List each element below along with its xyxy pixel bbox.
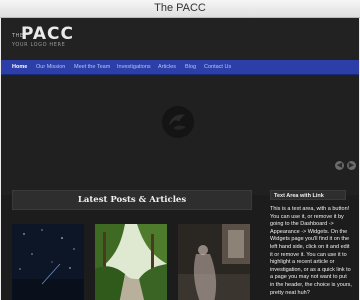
nav-item-our-mission[interactable]: Our Mission bbox=[36, 60, 65, 74]
arrow-right-icon: ▶ bbox=[348, 162, 355, 169]
night-sky-image bbox=[12, 224, 84, 300]
forest-path-image bbox=[95, 224, 167, 300]
arrow-left-icon: ◀ bbox=[336, 162, 343, 169]
website-page: THE PACC YOUR LOGO HERE Home Our Mission… bbox=[1, 18, 359, 300]
site-header: THE PACC YOUR LOGO HERE bbox=[1, 18, 359, 60]
nav-item-blog[interactable]: Blog bbox=[185, 60, 196, 74]
window-title-bar: The PACC bbox=[0, 0, 360, 18]
nav-item-home[interactable]: Home bbox=[12, 60, 27, 74]
nav-item-investigations[interactable]: Investigations bbox=[117, 60, 151, 74]
featured-slider: ◀ ▶ bbox=[1, 75, 359, 195]
nav-item-meet-the-team[interactable]: Meet the Team bbox=[74, 60, 110, 74]
slider-emblem-icon bbox=[162, 106, 194, 138]
post-thumbnail-ghostly-figure[interactable] bbox=[178, 224, 250, 300]
nav-item-contact-us[interactable]: Contact Us bbox=[204, 60, 231, 74]
latest-posts-heading: Latest Posts & Articles bbox=[12, 190, 252, 210]
slider-prev-button[interactable]: ◀ bbox=[335, 161, 344, 170]
nav-item-articles[interactable]: Articles bbox=[158, 60, 176, 74]
slider-next-button[interactable]: ▶ bbox=[347, 161, 356, 170]
post-thumbnail-forest-path[interactable] bbox=[95, 224, 167, 300]
sidebar-widget-text: This is a text area, with a button! You … bbox=[270, 206, 352, 296]
post-thumbnail-night-sky[interactable] bbox=[12, 224, 84, 300]
main-navigation: Home Our Mission Meet the Team Investiga… bbox=[1, 60, 359, 75]
sidebar-widget-title: Text Area with Link bbox=[270, 190, 346, 200]
logo-tagline: YOUR LOGO HERE bbox=[12, 42, 66, 48]
logo-name: PACC bbox=[21, 24, 75, 44]
window-title: The PACC bbox=[154, 2, 206, 14]
ghostly-figure-image bbox=[178, 224, 250, 300]
